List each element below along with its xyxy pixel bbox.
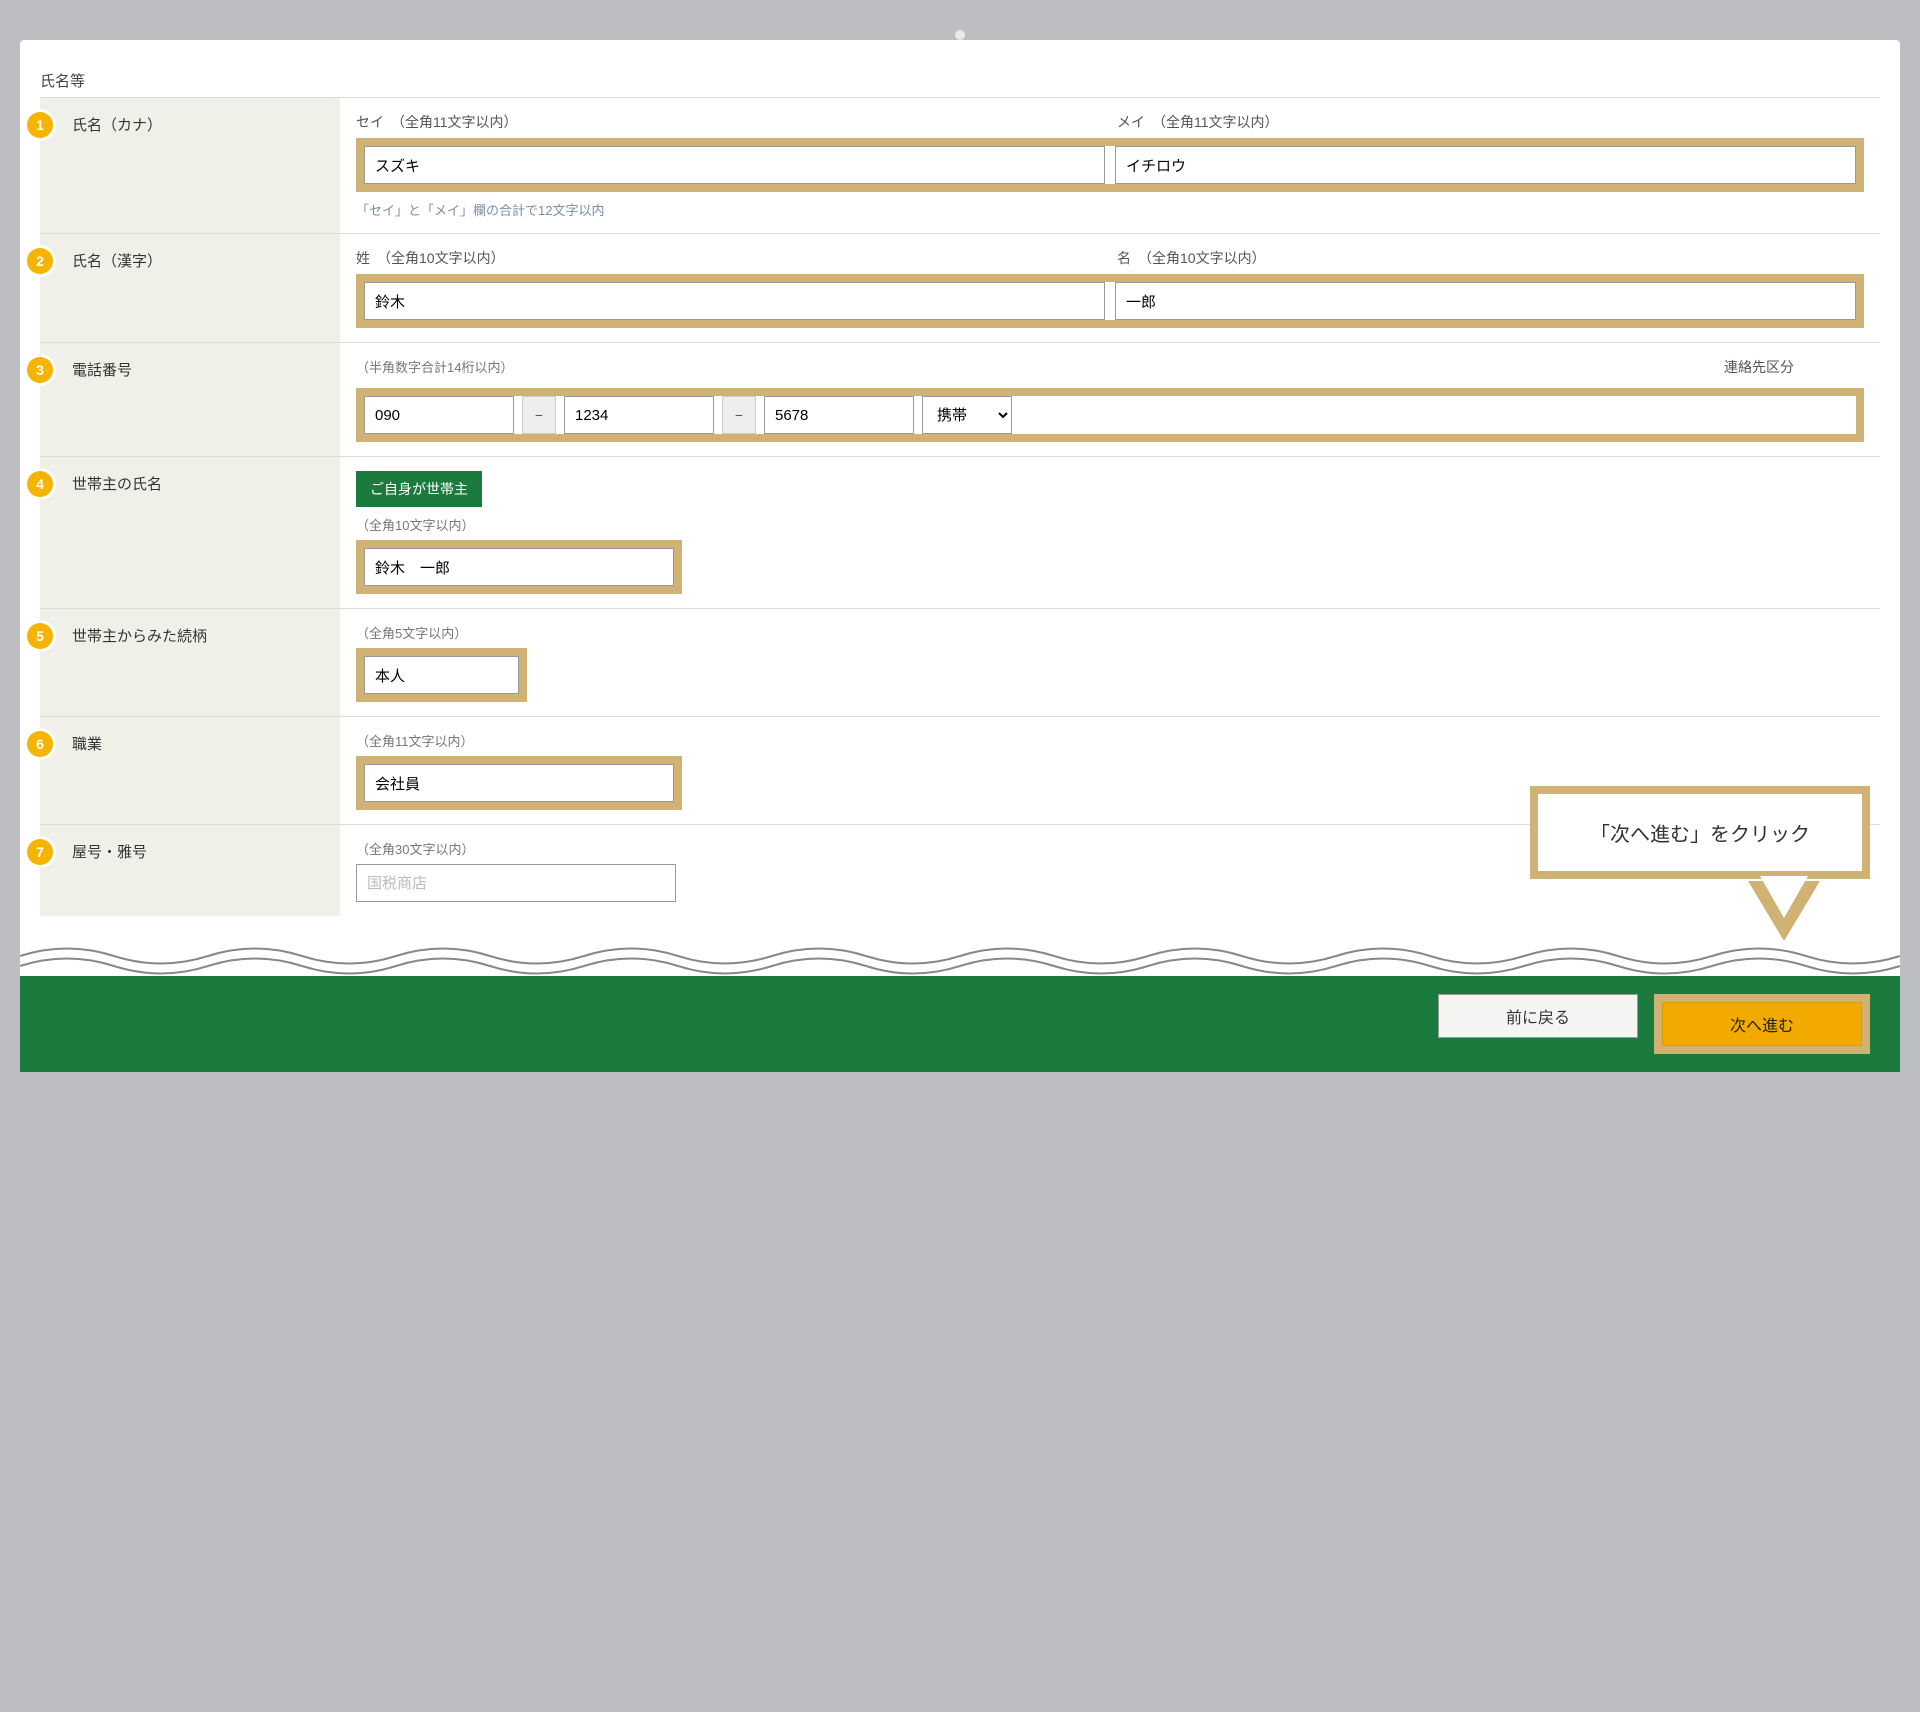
label-household-head: 世帯主の氏名 [72, 476, 162, 493]
row-phone: 3 電話番号 （半角数字合計14桁以内） 連絡先区分 − − [40, 343, 1880, 457]
step-badge-4: 4 [27, 471, 53, 497]
input-phone-3[interactable] [764, 396, 914, 434]
next-button[interactable]: 次へ進む [1662, 1002, 1862, 1046]
input-sei-kanji[interactable] [364, 282, 1105, 320]
hint-relation: （全角5文字以内） [356, 623, 1864, 642]
input-phone-1[interactable] [364, 396, 514, 434]
row-relation: 5 世帯主からみた続柄 （全角5文字以内） [40, 609, 1880, 717]
sublabel-mei-kana: メイ （全角11文字以内） [1117, 112, 1864, 132]
section-title: 氏名等 [40, 70, 1880, 97]
note-kana: 「セイ」と「メイ」欄の合計で12文字以内 [356, 200, 1864, 219]
self-head-button[interactable]: ご自身が世帯主 [356, 471, 482, 507]
hint-occupation: （全角11文字以内） [356, 731, 1864, 750]
highlight-kana [356, 138, 1864, 192]
footer-bar: 「次へ進む」をクリック 前に戻る 次へ進む [20, 976, 1900, 1072]
input-sei-kana[interactable] [364, 146, 1105, 184]
step-badge-5: 5 [27, 623, 53, 649]
step-badge-7: 7 [27, 839, 53, 865]
input-household-head[interactable] [364, 548, 674, 586]
step-badge-3: 3 [27, 357, 53, 383]
callout-tail-inner-icon [1760, 876, 1808, 918]
highlight-head [356, 540, 682, 594]
input-occupation[interactable] [364, 764, 674, 802]
label-phone: 電話番号 [72, 362, 132, 379]
row-name-kanji: 2 氏名（漢字） 姓 （全角10文字以内） 名 （全角10文字以内） [40, 234, 1880, 343]
step-badge-2: 2 [27, 248, 53, 274]
label-trade-name: 屋号・雅号 [72, 844, 147, 861]
input-mei-kanji[interactable] [1115, 282, 1856, 320]
row-household-head: 4 世帯主の氏名 ご自身が世帯主 （全角10文字以内） [40, 457, 1880, 609]
phone-dash-1: − [522, 396, 556, 434]
hint-head: （全角10文字以内） [356, 515, 1864, 534]
sublabel-mei-kanji: 名 （全角10文字以内） [1117, 248, 1864, 268]
browser-camera-dot [955, 30, 965, 40]
highlight-next: 次へ進む [1654, 994, 1870, 1054]
label-name-kana: 氏名（カナ） [72, 117, 162, 134]
sublabel-sei-kana: セイ （全角11文字以内） [356, 112, 1103, 132]
step-badge-6: 6 [27, 731, 53, 757]
step-badge-1: 1 [27, 112, 53, 138]
label-occupation: 職業 [72, 736, 102, 753]
instruction-callout: 「次へ進む」をクリック [1530, 786, 1870, 879]
highlight-relation [356, 648, 527, 702]
input-mei-kana[interactable] [1115, 146, 1856, 184]
input-relation[interactable] [364, 656, 519, 694]
hint-phone: （半角数字合計14桁以内） [356, 357, 513, 376]
highlight-occupation [356, 756, 682, 810]
highlight-phone: − − 携帯 [356, 388, 1864, 442]
input-phone-2[interactable] [564, 396, 714, 434]
form-window: 氏名等 1 氏名（カナ） セイ （全角11文字以内） メイ （全角11文字以内） [20, 40, 1900, 1072]
label-contact-type: 連絡先区分 [1724, 357, 1864, 382]
sublabel-sei-kanji: 姓 （全角10文字以内） [356, 248, 1103, 268]
row-name-kana: 1 氏名（カナ） セイ （全角11文字以内） メイ （全角11文字以内） 「 [40, 98, 1880, 234]
page-truncation-indicator [20, 936, 1900, 976]
back-button[interactable]: 前に戻る [1438, 994, 1638, 1038]
select-contact-type[interactable]: 携帯 [922, 396, 1012, 434]
phone-dash-2: − [722, 396, 756, 434]
highlight-kanji [356, 274, 1864, 328]
label-relation: 世帯主からみた続柄 [72, 628, 207, 645]
input-trade-name[interactable] [356, 864, 676, 902]
browser-window: 氏名等 1 氏名（カナ） セイ （全角11文字以内） メイ （全角11文字以内） [20, 20, 1900, 1072]
label-name-kanji: 氏名（漢字） [72, 253, 162, 270]
